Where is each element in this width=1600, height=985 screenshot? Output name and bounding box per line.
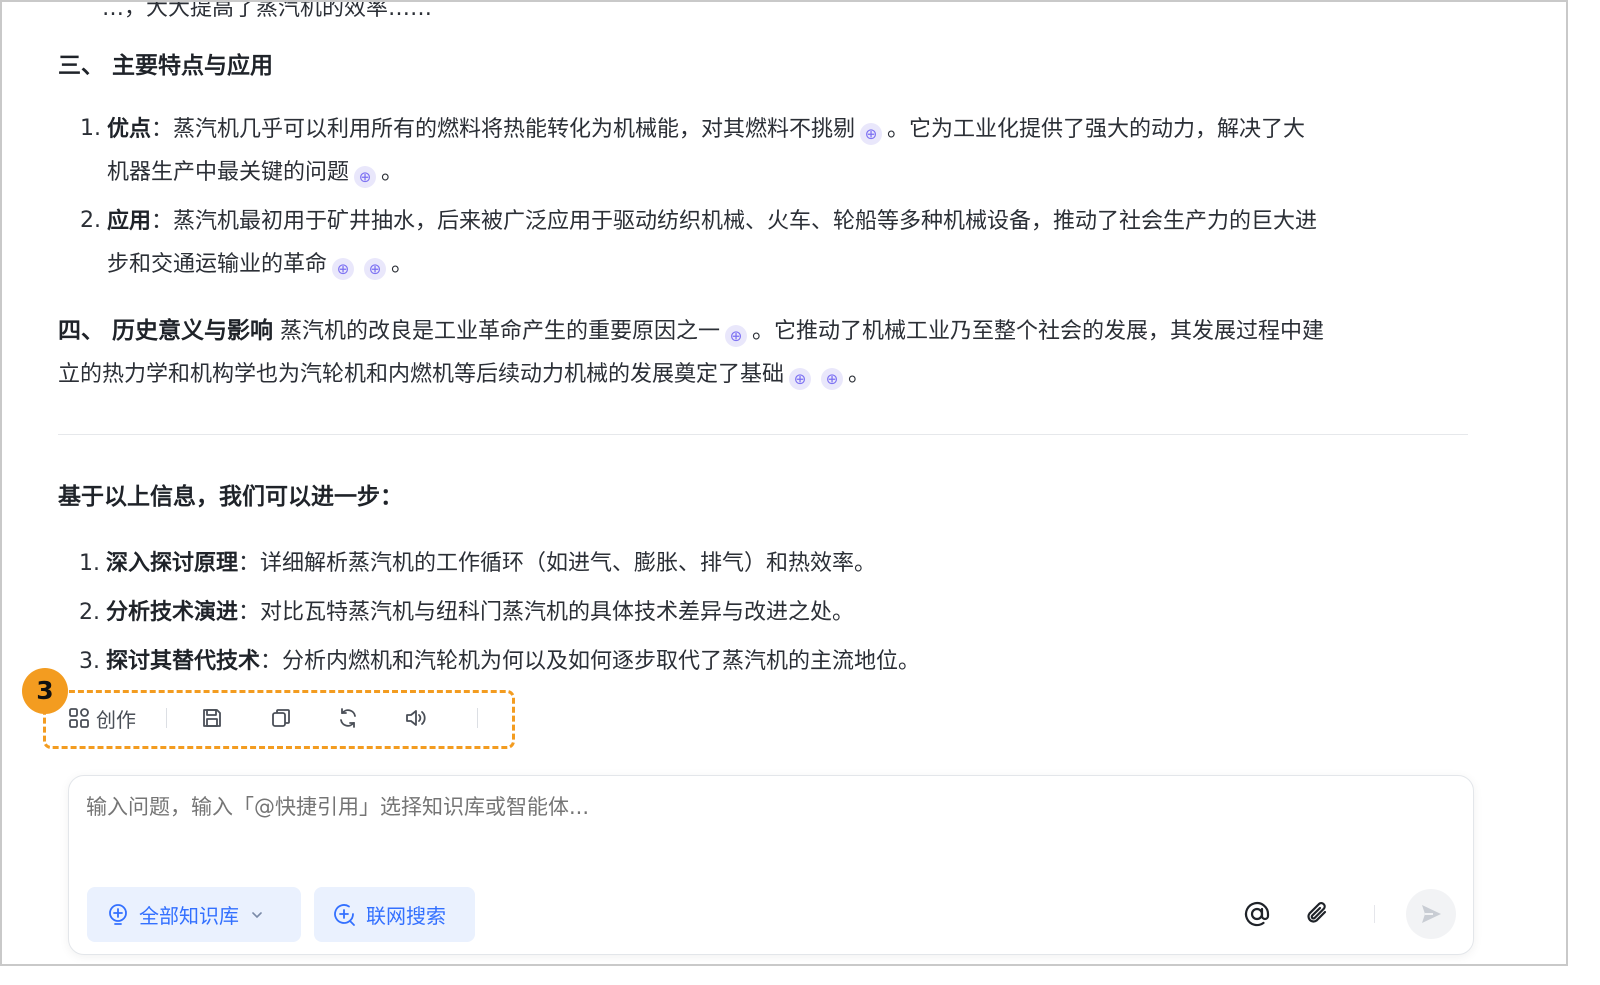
attach-button[interactable] xyxy=(1298,894,1338,934)
citation-icon[interactable]: ⊕ xyxy=(354,166,377,188)
list-item-advantages: 优点：蒸汽机几乎可以利用所有的燃料将热能转化为机械能，对其燃料不挑剔 ⊕ 。它为工业… xyxy=(107,108,1487,194)
item-text: 步和交通运输业的革命 xyxy=(107,252,328,277)
section-heading-history: 四、 历史意义与影响 xyxy=(58,318,274,344)
item-label: 应用 xyxy=(107,209,152,234)
web-search-toggle[interactable]: 联网搜索 xyxy=(314,887,475,942)
send-icon xyxy=(1419,902,1443,926)
save-button[interactable] xyxy=(201,705,223,731)
citation-icon[interactable]: ⊕ xyxy=(364,258,387,280)
create-icon xyxy=(68,707,90,729)
item-text: ：蒸汽机几乎可以利用所有的燃料将热能转化为机械能，对其燃料不挑剔 xyxy=(151,117,856,142)
list-number: 2. xyxy=(79,600,100,625)
section-text: 蒸汽机的改良是工业革命产生的重要原因之一 xyxy=(273,319,721,344)
regenerate-icon xyxy=(337,707,359,729)
list-number: 1. xyxy=(79,551,100,576)
web-search-icon xyxy=(332,902,358,928)
read-aloud-button[interactable] xyxy=(404,705,428,731)
knowledge-base-selector[interactable]: 全部知识库 xyxy=(87,887,301,942)
section-heading-features: 三、 主要特点与应用 xyxy=(58,53,274,79)
item-label: 优点 xyxy=(107,117,152,142)
copy-icon xyxy=(270,707,292,729)
toolbar-separator xyxy=(166,708,167,728)
list-number: 3. xyxy=(79,649,100,674)
chat-window: …，大大提高了蒸汽机的效率…… 三、 主要特点与应用 1. 优点：蒸汽机几乎可以… xyxy=(0,0,1568,966)
toolbar-separator xyxy=(477,708,478,728)
item-text: 机器生产中最关键的问题 xyxy=(107,160,350,185)
item-text: ：详细解析蒸汽机的工作循环（如进气、膨胀、排气）和热效率。 xyxy=(238,551,877,576)
list-item-applications: 应用：蒸汽机最初用于矿井抽水，后来被广泛应用于驱动纺织机械、火车、轮船等多种机械… xyxy=(107,200,1507,286)
knowledge-base-label: 全部知识库 xyxy=(139,904,239,928)
item-text: 。 xyxy=(391,252,414,277)
paperclip-icon xyxy=(1304,900,1332,928)
clipped-previous-line: …，大大提高了蒸汽机的效率…… xyxy=(102,0,433,21)
item-label: 探讨其替代技术 xyxy=(106,649,261,674)
chevron-down-icon xyxy=(251,909,263,921)
item-text: 。 xyxy=(381,160,404,185)
knowledge-bulb-icon xyxy=(105,902,131,928)
item-text: ：蒸汽机最初用于矿井抽水，后来被广泛应用于驱动纺织机械、火车、轮船等多种机械设备… xyxy=(151,209,1318,234)
at-icon xyxy=(1242,899,1272,929)
create-button[interactable]: 创作 xyxy=(68,705,136,732)
section-text: 立的热力学和机构学也为汽轮机和内燃机等后续动力机械的发展奠定了基础 xyxy=(58,362,785,387)
divider xyxy=(58,434,1468,435)
next-step-item: 1. 深入探讨原理：详细解析蒸汽机的工作循环（如进气、膨胀、排气）和热效率。 xyxy=(58,545,876,577)
item-text: ：分析内燃机和汽轮机为何以及如何逐步取代了蒸汽机的主流地位。 xyxy=(260,649,921,674)
save-icon xyxy=(201,707,223,729)
regenerate-button[interactable] xyxy=(337,705,359,731)
section-text: 。它推动了机械工业乃至整个社会的发展，其发展过程中建 xyxy=(752,319,1325,344)
citation-icon[interactable]: ⊕ xyxy=(332,258,355,280)
item-label: 分析技术演进 xyxy=(106,600,239,625)
section-history: 四、 历史意义与影响 蒸汽机的改良是工业革命产生的重要原因之一 ⊕ 。它推动了机械工… xyxy=(58,310,1498,396)
item-text: ：对比瓦特蒸汽机与纽科门蒸汽机的具体技术差异与改进之处。 xyxy=(238,600,855,625)
send-button[interactable] xyxy=(1406,889,1456,939)
next-step-item: 2. 分析技术演进：对比瓦特蒸汽机与纽科门蒸汽机的具体技术差异与改进之处。 xyxy=(58,594,854,626)
copy-button[interactable] xyxy=(270,705,292,731)
input-separator xyxy=(1374,905,1375,923)
item-text: 。它为工业化提供了强大的动力，解决了大 xyxy=(887,117,1306,142)
section-text: 。 xyxy=(848,362,871,387)
citation-icon[interactable]: ⊕ xyxy=(789,368,812,390)
create-label: 创作 xyxy=(96,707,136,732)
web-search-label: 联网搜索 xyxy=(366,904,446,928)
mention-button[interactable] xyxy=(1237,894,1277,934)
citation-icon[interactable]: ⊕ xyxy=(860,123,883,145)
item-label: 深入探讨原理 xyxy=(106,551,239,576)
next-steps-heading: 基于以上信息，我们可以进一步： xyxy=(58,484,403,510)
citation-icon[interactable]: ⊕ xyxy=(821,368,844,390)
next-step-item: 3. 探讨其替代技术：分析内燃机和汽轮机为何以及如何逐步取代了蒸汽机的主流地位。 xyxy=(58,643,920,675)
speaker-icon xyxy=(404,707,428,729)
chat-input[interactable] xyxy=(86,795,1446,819)
list-number: 2. xyxy=(80,208,101,233)
list-number: 1. xyxy=(80,116,101,141)
annotation-badge: 3 xyxy=(22,668,68,714)
citation-icon[interactable]: ⊕ xyxy=(725,325,748,347)
